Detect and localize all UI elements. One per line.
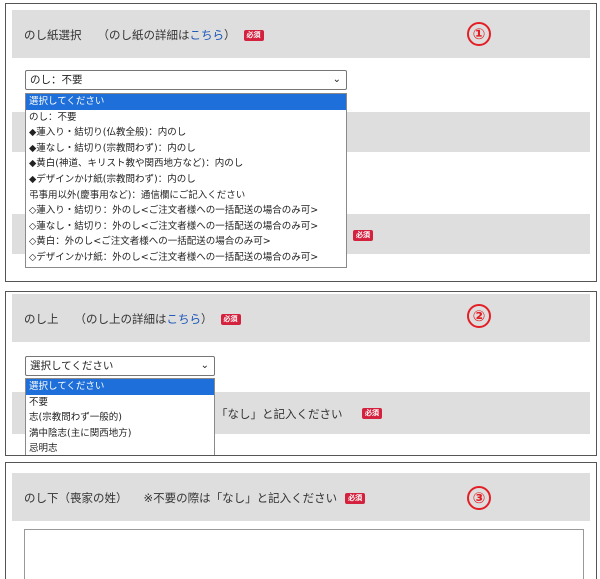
detail-suffix: ） — [201, 312, 213, 326]
dropdown-option[interactable]: 弔事用以外(慶事用など)：通信欄にご記入ください — [26, 188, 346, 204]
section-title-text: のし上 — [24, 312, 59, 326]
noshi-bottom-panel: のし下（喪家の姓） ※不要の際は「なし」と記入ください 必須 ③ — [5, 462, 597, 579]
dropdown-option[interactable]: ◆蓮なし・結切り(宗教問わず)：内のし — [26, 141, 346, 157]
section-header: のし下（喪家の姓） ※不要の際は「なし」と記入ください 必須 ③ — [12, 473, 590, 521]
select-value: のし：不要 — [30, 74, 83, 86]
family-name-textarea[interactable] — [24, 529, 584, 579]
section-title-text: のし紙選択 — [24, 28, 82, 42]
select-value: 選択してください — [30, 360, 114, 372]
detail-prefix: （のし上の詳細は — [74, 312, 167, 326]
dropdown-option[interactable]: のし：不要 — [26, 110, 346, 126]
noshi-top-panel: のし上 （のし上の詳細はこちら） 必須 ② 「なし」と記入ください 必須 選択してく… — [5, 291, 597, 456]
section-title-text: のし下（喪家の姓） — [24, 491, 128, 505]
detail-link[interactable]: こちら — [167, 312, 202, 326]
dropdown-option[interactable]: ◇黄白：外のし<ご注文者様への一括配送の場合のみ可> — [26, 234, 346, 250]
detail-suffix: ） — [224, 28, 236, 42]
dropdown-option[interactable]: ◆デザインかけ紙(宗教問わず)：内のし — [26, 172, 346, 188]
dropdown-option[interactable]: 忌明志 — [26, 441, 214, 455]
noshi-top-options: 選択してください 不要 志(宗教問わず一般的) 満中陰志(主に関西地方) 忌明志 — [25, 378, 215, 455]
chevron-down-icon: ⌄ — [332, 74, 341, 85]
dropdown-option[interactable]: 不要 — [26, 395, 214, 411]
noshi-paper-select[interactable]: のし：不要 ⌄ — [25, 70, 347, 90]
dropdown-option[interactable]: ◆黄白(神道、キリスト教や関西地方など)：内のし — [26, 156, 346, 172]
noshi-top-select[interactable]: 選択してください ⌄ — [25, 356, 215, 376]
required-badge: 必須 — [345, 493, 366, 504]
dropdown-option[interactable]: 満中陰志(主に関西地方) — [26, 426, 214, 442]
detail-link[interactable]: こちら — [190, 28, 225, 42]
dropdown-option[interactable]: 志(宗教問わず一般的) — [26, 410, 214, 426]
dropdown-option[interactable]: ◇蓮なし・結切り：外のし<ご注文者様への一括配送の場合のみ可> — [26, 219, 346, 235]
section-title: のし紙選択 （のし紙の詳細はこちら） 必須 — [24, 27, 264, 43]
dropdown-option[interactable]: ◇デザインかけ紙：外のし<ご注文者様への一括配送の場合のみ可> — [26, 250, 346, 266]
section-title: のし上 （のし上の詳細はこちら） 必須 — [24, 311, 241, 327]
section-note: ※不要の際は「なし」と記入ください — [143, 491, 338, 505]
step-number-annotation: ③ — [467, 486, 491, 510]
step-number-annotation: ② — [467, 304, 491, 328]
chevron-down-icon: ⌄ — [200, 360, 209, 371]
detail-prefix: （のし紙の詳細は — [97, 28, 190, 42]
dropdown-option[interactable]: ◇蓮入り・結切り：外のし<ご注文者様への一括配送の場合のみ可> — [26, 203, 346, 219]
required-badge: 必須 — [362, 408, 382, 419]
dropdown-option[interactable]: 選択してください — [26, 94, 346, 110]
step-number-annotation: ① — [467, 22, 491, 46]
section-title: のし下（喪家の姓） ※不要の際は「なし」と記入ください 必須 — [24, 490, 366, 506]
section-header: のし上 （のし上の詳細はこちら） 必須 ② — [12, 294, 590, 342]
required-badge: 必須 — [220, 314, 241, 325]
required-badge: 必須 — [353, 230, 373, 241]
dropdown-option[interactable]: 選択してください — [26, 379, 214, 395]
noshi-paper-options: 選択してください のし：不要 ◆蓮入り・結切り(仏教全般)：内のし ◆蓮なし・結切り(… — [25, 93, 347, 268]
dropdown-option[interactable]: ◆蓮入り・結切り(仏教全般)：内のし — [26, 125, 346, 141]
required-badge: 必須 — [243, 30, 264, 41]
hidden-row-note: 「なし」と記入ください — [216, 407, 343, 421]
section-header: のし紙選択 （のし紙の詳細はこちら） 必須 ① — [12, 10, 590, 58]
noshi-paper-panel: のし紙選択 （のし紙の詳細はこちら） 必須 ① 必須 のし：不要 ⌄ 選択してくださ… — [5, 3, 597, 282]
